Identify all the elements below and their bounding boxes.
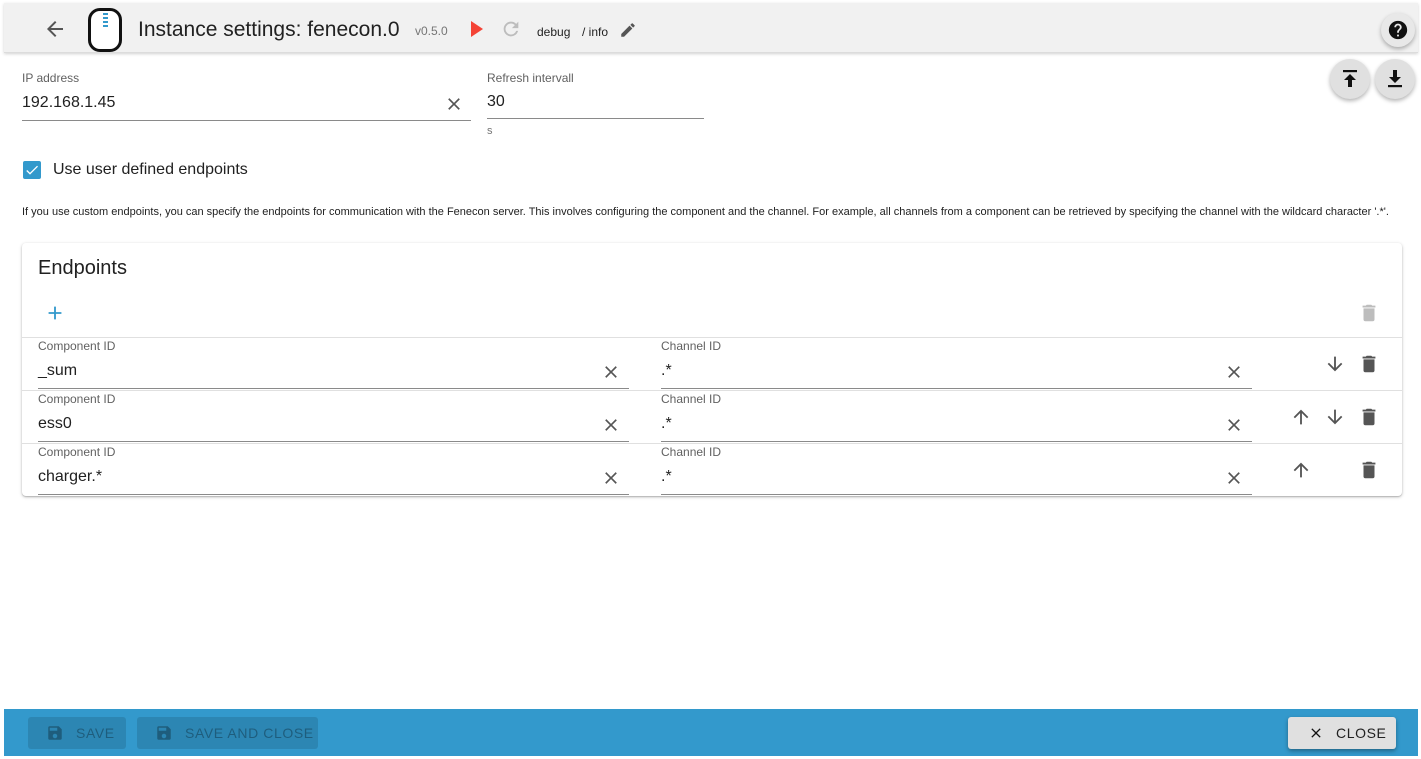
endpoints-title: Endpoints (38, 257, 127, 279)
close-button[interactable]: Close (1288, 717, 1396, 749)
channel-id-input[interactable]: .* (661, 468, 672, 486)
save-icon (48, 726, 62, 740)
use-custom-endpoints-label: Use user defined endpoints (53, 161, 248, 178)
component-id-underline (38, 441, 629, 442)
pencil-icon[interactable] (619, 21, 637, 39)
arrow-down-icon[interactable] (1324, 353, 1346, 375)
save-and-close-label: Save and close (185, 725, 314, 741)
upload-icon (1343, 70, 1357, 87)
channel-id-label: Channel ID (661, 392, 722, 406)
channel-id-underline (661, 494, 1252, 495)
channel-id-underline (661, 441, 1252, 442)
row-divider (22, 337, 1402, 338)
component-id-label: Component ID (38, 392, 116, 406)
delete-icon[interactable] (1358, 459, 1380, 481)
channel-id-input[interactable]: .* (661, 362, 672, 380)
refresh-interval-label: Refresh intervall (487, 71, 574, 85)
delete-all-icon (1362, 304, 1376, 322)
component-id-label: Component ID (38, 339, 116, 353)
ip-address-input[interactable]: 192.168.1.45 (22, 94, 115, 112)
row-divider (22, 443, 1402, 444)
save-and-close-button[interactable]: Save and close (137, 717, 318, 749)
clear-icon[interactable] (1224, 415, 1244, 435)
clear-icon[interactable] (601, 415, 621, 435)
page-title: Instance settings: fenecon.0 (138, 18, 400, 41)
ip-address-underline (22, 120, 471, 121)
help-circle-icon (1388, 20, 1408, 40)
delete-icon[interactable] (1358, 353, 1380, 375)
close-label: Close (1336, 725, 1387, 741)
component-id-input[interactable]: charger.* (38, 468, 102, 486)
version-label: v0.5.0 (415, 24, 448, 38)
channel-id-label: Channel ID (661, 445, 722, 459)
channel-id-underline (661, 388, 1252, 389)
channel-id-input[interactable]: .* (661, 415, 672, 433)
app-logo (88, 8, 122, 52)
arrow-up-icon[interactable] (1290, 459, 1312, 481)
check-icon (26, 165, 38, 175)
play-icon[interactable] (470, 20, 484, 38)
row-divider (22, 390, 1402, 391)
component-id-underline (38, 388, 629, 389)
arrow-left-icon[interactable] (43, 17, 67, 41)
refresh-interval-underline (487, 118, 704, 119)
download-icon (1388, 70, 1402, 88)
header-toolbar: Instance settings: fenecon.0 v0.5.0 debu… (4, 3, 1418, 53)
endpoints-panel: Endpoints Component ID _sum Channel ID .… (22, 243, 1402, 496)
channel-id-label: Channel ID (661, 339, 722, 353)
component-id-label: Component ID (38, 445, 116, 459)
clear-icon[interactable] (1224, 468, 1244, 488)
save-button[interactable]: Save (28, 717, 126, 749)
component-id-input[interactable]: ess0 (38, 415, 72, 433)
component-id-input[interactable]: _sum (38, 362, 77, 380)
add-icon[interactable] (44, 302, 66, 324)
arrow-down-icon[interactable] (1324, 406, 1346, 428)
footer-toolbar: Save Save and close Close (4, 709, 1418, 756)
log-level-link[interactable]: debug (537, 25, 570, 39)
upload-settings-button[interactable] (1330, 59, 1370, 99)
delete-icon[interactable] (1358, 406, 1380, 428)
arrow-up-icon[interactable] (1290, 406, 1312, 428)
ip-address-label: IP address (22, 71, 80, 85)
endpoints-description: If you use custom endpoints, you can spe… (22, 206, 1389, 218)
refresh-interval-input[interactable]: 30 (487, 93, 505, 111)
help-button[interactable] (1381, 13, 1415, 47)
clear-icon[interactable] (444, 94, 464, 114)
save-icon (157, 726, 171, 740)
reload-icon (503, 21, 519, 37)
refresh-interval-unit: s (487, 125, 493, 137)
save-label: Save (76, 725, 115, 741)
clear-icon[interactable] (1224, 362, 1244, 382)
clear-icon[interactable] (601, 468, 621, 488)
clear-icon[interactable] (601, 362, 621, 382)
use-custom-endpoints-checkbox[interactable] (23, 161, 41, 179)
close-icon (1311, 728, 1321, 738)
download-settings-button[interactable] (1375, 59, 1415, 99)
log-level-separator: / info (582, 25, 609, 39)
component-id-underline (38, 494, 629, 495)
